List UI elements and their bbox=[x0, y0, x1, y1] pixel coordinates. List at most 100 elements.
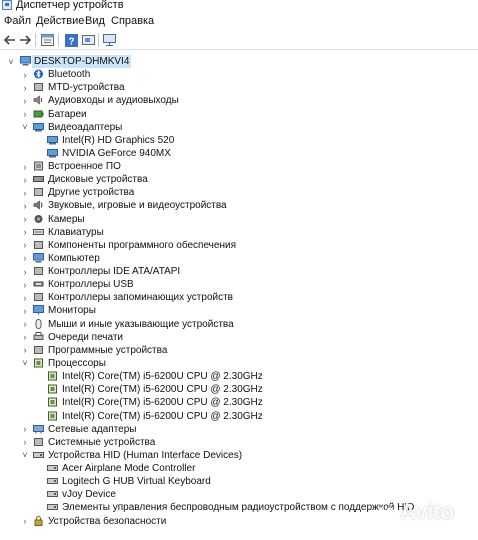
tree-device[interactable]: Intel(R) Core(TM) i5-6200U CPU @ 2.30GHz bbox=[0, 370, 478, 383]
chevron-right-icon[interactable]: › bbox=[21, 160, 29, 173]
chevron-right-icon[interactable]: › bbox=[21, 239, 29, 252]
hid-icon bbox=[47, 504, 58, 511]
row-icon bbox=[33, 449, 44, 462]
chevron-right-icon[interactable]: › bbox=[21, 213, 29, 226]
tree-device[interactable]: Logitech G HUB Virtual Keyboard bbox=[0, 475, 478, 488]
row-icon bbox=[20, 55, 31, 68]
chevron-down-icon[interactable]: ˅ bbox=[21, 449, 29, 462]
tree-category[interactable]: › Мыши и иные указывающие устройства bbox=[0, 318, 478, 331]
camera-icon bbox=[34, 214, 43, 223]
tree-category[interactable]: ˅ Процессоры bbox=[0, 357, 478, 370]
row-icon bbox=[33, 423, 44, 436]
firmware-icon bbox=[34, 161, 43, 171]
chevron-right-icon[interactable]: › bbox=[21, 199, 29, 212]
chevron-right-icon[interactable]: › bbox=[21, 68, 29, 81]
tree-category[interactable]: › Батареи bbox=[0, 108, 478, 121]
tree-category[interactable]: › Системные устройства bbox=[0, 436, 478, 449]
chevron-down-icon[interactable]: ˅ bbox=[7, 55, 15, 68]
help-icon[interactable]: ? bbox=[63, 32, 79, 48]
security-device-icon bbox=[34, 515, 43, 526]
tree-category[interactable]: › Клавиатуры bbox=[0, 226, 478, 239]
chevron-right-icon[interactable]: › bbox=[21, 423, 29, 436]
update-driver-icon[interactable] bbox=[80, 32, 96, 48]
watermark-text: Avito bbox=[400, 499, 455, 524]
menu-file[interactable]: Файл bbox=[4, 15, 31, 27]
chevron-right-icon[interactable]: › bbox=[21, 186, 29, 199]
chevron-down-icon[interactable]: ˅ bbox=[21, 357, 29, 370]
tree-device[interactable]: Intel(R) HD Graphics 520 bbox=[0, 134, 478, 147]
tree-category[interactable]: › Компоненты программного обеспечения bbox=[0, 239, 478, 252]
tree-category[interactable]: › Очереди печати bbox=[0, 331, 478, 344]
tree-category[interactable]: › Другие устройства bbox=[0, 186, 478, 199]
sound-icon bbox=[33, 200, 43, 211]
tree-item-label: Контроллеры IDE ATA/ATAPI bbox=[48, 266, 181, 278]
tree-category[interactable]: › Камеры bbox=[0, 213, 478, 226]
properties-icon[interactable] bbox=[39, 32, 55, 48]
tree-device[interactable]: Intel(R) Core(TM) i5-6200U CPU @ 2.30GHz bbox=[0, 383, 478, 396]
chevron-right-icon[interactable]: › bbox=[21, 265, 29, 278]
chevron-right-icon[interactable]: › bbox=[21, 515, 29, 528]
tree-item-label: DESKTOP-DHMKVI4 bbox=[32, 55, 132, 68]
chevron-right-icon[interactable]: › bbox=[21, 291, 29, 304]
window-title: Диспетчер устройств bbox=[16, 0, 124, 11]
chevron-right-icon[interactable]: › bbox=[21, 304, 29, 317]
chevron-right-icon[interactable]: › bbox=[21, 81, 29, 94]
tree-category[interactable]: ˅ Устройства HID (Human Interface Devices… bbox=[0, 449, 478, 462]
forward-arrow-icon[interactable] bbox=[17, 32, 33, 48]
tree-category[interactable]: › Аудиовходы и аудиовыходы bbox=[0, 94, 478, 107]
chevron-right-icon[interactable]: › bbox=[21, 108, 29, 121]
svg-text:?: ? bbox=[68, 36, 74, 47]
tree-device[interactable]: NVIDIA GeForce 940MX bbox=[0, 147, 478, 160]
chevron-right-icon[interactable]: › bbox=[21, 318, 29, 331]
tree-device[interactable]: Intel(R) Core(TM) i5-6200U CPU @ 2.30GHz bbox=[0, 410, 478, 423]
chevron-right-icon[interactable]: › bbox=[21, 173, 29, 186]
chevron-right-icon[interactable]: › bbox=[21, 226, 29, 239]
chevron-right-icon[interactable]: › bbox=[21, 436, 29, 449]
audio-io-icon bbox=[33, 95, 43, 106]
device-tree[interactable]: ˅ DESKTOP-DHMKVI4 › Bluetooth › MTD-устройств… bbox=[0, 51, 478, 540]
menu-help[interactable]: Справка bbox=[111, 15, 154, 27]
tree-device[interactable]: Intel(R) Core(TM) i5-6200U CPU @ 2.30GHz bbox=[0, 396, 478, 409]
menu-bar: Файл Действие Вид Справка bbox=[0, 13, 478, 30]
tree-category[interactable]: › Мониторы bbox=[0, 304, 478, 317]
chevron-down-icon[interactable]: ˅ bbox=[21, 121, 29, 134]
tree-device[interactable]: Acer Airplane Mode Controller bbox=[0, 462, 478, 475]
tree-item-label: Компоненты программного обеспечения bbox=[48, 239, 236, 251]
chevron-right-icon[interactable]: › bbox=[21, 278, 29, 291]
processor-icon bbox=[34, 358, 43, 368]
row-icon bbox=[33, 331, 44, 344]
chevron-right-icon[interactable]: › bbox=[21, 344, 29, 357]
tree-category[interactable]: › Программные устройства bbox=[0, 344, 478, 357]
tree-category[interactable]: › Дисковые устройства bbox=[0, 173, 478, 186]
hid-icon bbox=[47, 491, 58, 498]
tree-category[interactable]: ˅ Видеоадаптеры bbox=[0, 121, 478, 134]
chevron-right-icon[interactable]: › bbox=[21, 331, 29, 344]
tree-category[interactable]: › Контроллеры запоминающих устройств bbox=[0, 291, 478, 304]
hid-icon bbox=[33, 451, 44, 458]
scan-hardware-icon[interactable] bbox=[102, 32, 118, 48]
tree-category[interactable]: › Звуковые, игровые и видеоустройства bbox=[0, 199, 478, 212]
computer-icon bbox=[20, 56, 31, 66]
display-adapter-icon bbox=[47, 148, 58, 158]
tree-item-label: Контроллеры запоминающих устройств bbox=[48, 292, 233, 304]
tree-category[interactable]: › Контроллеры USB bbox=[0, 278, 478, 291]
tree-root[interactable]: ˅ DESKTOP-DHMKVI4 bbox=[0, 55, 478, 68]
row-icon bbox=[47, 147, 58, 160]
tree-category[interactable]: › Встроенное ПО bbox=[0, 160, 478, 173]
tree-category[interactable]: › MTD-устройства bbox=[0, 81, 478, 94]
row-icon bbox=[47, 475, 58, 488]
tree-category[interactable]: › Контроллеры IDE ATA/ATAPI bbox=[0, 265, 478, 278]
row-icon bbox=[47, 462, 58, 475]
menu-action[interactable]: Действие bbox=[36, 15, 84, 27]
tree-category[interactable]: › Сетевые адаптеры bbox=[0, 423, 478, 436]
tree-item-label: Bluetooth bbox=[48, 69, 91, 81]
back-arrow-icon[interactable] bbox=[2, 32, 18, 48]
row-icon bbox=[47, 396, 58, 409]
chevron-right-icon[interactable]: › bbox=[21, 252, 29, 265]
device-manager-icon bbox=[2, 0, 12, 10]
chevron-right-icon[interactable]: › bbox=[21, 94, 29, 107]
tree-item-label: Очереди печати bbox=[48, 331, 124, 343]
menu-view[interactable]: Вид bbox=[85, 15, 105, 27]
tree-category[interactable]: › Bluetooth bbox=[0, 68, 478, 81]
tree-category[interactable]: › Компьютер bbox=[0, 252, 478, 265]
